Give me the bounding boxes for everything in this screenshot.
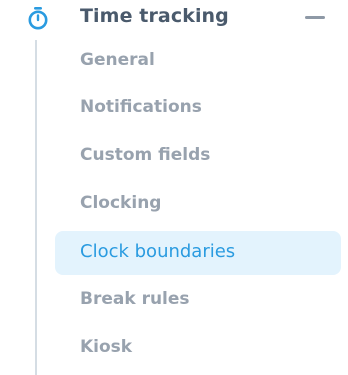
nav-item-label: Kiosk bbox=[80, 337, 133, 357]
nav-item-kiosk[interactable]: Kiosk bbox=[55, 328, 341, 372]
nav-item-label: Break rules bbox=[80, 289, 190, 309]
nav-item-label: Clocking bbox=[80, 193, 162, 213]
nav-item-notifications[interactable]: Notifications bbox=[55, 88, 341, 132]
section-title: Time tracking bbox=[80, 5, 229, 27]
nav-item-clock-boundaries[interactable]: Clock boundaries bbox=[55, 231, 341, 275]
minus-icon bbox=[305, 16, 325, 19]
nav-item-break-rules[interactable]: Break rules bbox=[55, 280, 341, 324]
section-header-time-tracking[interactable]: Time tracking bbox=[0, 0, 348, 36]
nav-item-label: Notifications bbox=[80, 97, 202, 117]
nav-item-custom-fields[interactable]: Custom fields bbox=[55, 136, 341, 180]
nav-item-clocking[interactable]: Clocking bbox=[55, 184, 341, 228]
nav-item-label: General bbox=[80, 50, 155, 70]
nav-item-general[interactable]: General bbox=[55, 41, 341, 85]
nav-item-label: Clock boundaries bbox=[80, 241, 236, 262]
collapse-button[interactable] bbox=[300, 8, 330, 28]
stopwatch-icon bbox=[28, 7, 48, 30]
nav-item-label: Custom fields bbox=[80, 145, 211, 165]
tree-connector-line bbox=[35, 40, 37, 375]
settings-nav: Time tracking General Notifications Cust… bbox=[0, 0, 348, 375]
